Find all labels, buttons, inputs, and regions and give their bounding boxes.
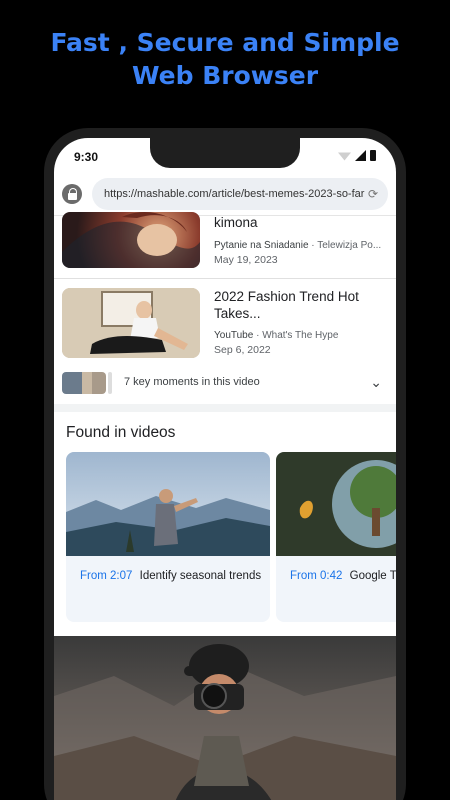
browser-toolbar: https://mashable.com/article/best-memes-… <box>54 174 396 216</box>
video-channel: What's The Hype <box>262 330 339 341</box>
camera-notch <box>150 138 300 168</box>
thumbnail-art <box>62 288 200 358</box>
address-bar-url: https://mashable.com/article/best-memes-… <box>104 188 365 200</box>
reload-icon[interactable]: ⟳ <box>368 178 378 210</box>
video-date: May 19, 2023 <box>214 254 278 266</box>
photographer-illustration <box>54 644 396 800</box>
thumbnail-art <box>62 212 200 268</box>
video-card-thumbnail <box>276 452 396 556</box>
video-thumbnail[interactable] <box>62 288 200 358</box>
address-bar[interactable]: https://mashable.com/article/best-memes-… <box>92 178 388 210</box>
video-meta: Pytanie na Śniadanie · Telewizja Po... <box>214 240 382 251</box>
key-moments-label: 7 key moments in this video <box>124 376 260 388</box>
video-result[interactable]: kimona Pytanie na Śniadanie · Telewizja … <box>54 212 396 274</box>
video-date: Sep 6, 2022 <box>214 344 271 356</box>
video-card[interactable]: From 0:42 Google T <box>276 452 396 622</box>
video-meta: YouTube · What's The Hype <box>214 330 339 341</box>
video-channel: Telewizja Po... <box>317 240 382 251</box>
promo-headline: Fast , Secure and Simple Web Browser <box>0 26 450 92</box>
video-thumbnail[interactable] <box>62 212 200 268</box>
key-moment-thumbnail-edge <box>108 372 112 394</box>
video-title[interactable]: kimona <box>214 214 384 231</box>
video-card-caption: From 2:07 Identify seasonal trends <box>80 568 262 584</box>
video-card-caption: From 0:42 Google T <box>290 568 396 584</box>
key-moment-thumbnail <box>62 372 106 394</box>
phone-screen: 9:30 https://mashable.com/article/best-m… <box>54 138 396 800</box>
video-card-thumbnail <box>66 452 270 556</box>
video-source: YouTube <box>214 330 254 341</box>
video-card-text: Google T <box>349 570 396 582</box>
video-card-timestamp[interactable]: From 2:07 <box>80 570 132 582</box>
video-title[interactable]: 2022 Fashion Trend Hot Takes... <box>214 288 384 322</box>
status-icons <box>338 150 376 161</box>
signal-icon <box>355 150 366 161</box>
lock-icon[interactable] <box>62 184 82 204</box>
video-result[interactable]: 2022 Fashion Trend Hot Takes... YouTube … <box>54 288 396 368</box>
photographer-image <box>54 636 396 800</box>
video-card-timestamp[interactable]: From 0:42 <box>290 570 342 582</box>
promo-headline-line1: Fast , Secure and Simple <box>50 28 400 57</box>
video-card[interactable]: From 2:07 Identify seasonal trends <box>66 452 270 622</box>
promo-headline-line2: Web Browser <box>131 61 319 90</box>
phone-frame: 9:30 https://mashable.com/article/best-m… <box>44 128 406 800</box>
wifi-icon <box>338 152 351 161</box>
video-card-text: Identify seasonal trends <box>139 570 262 582</box>
divider <box>54 278 396 279</box>
section-separator <box>54 404 396 412</box>
status-time: 9:30 <box>74 150 99 164</box>
key-moments-row[interactable]: 7 key moments in this video ⌄ <box>62 370 388 396</box>
section-title: Found in videos <box>66 424 176 441</box>
chevron-down-icon[interactable]: ⌄ <box>370 374 382 391</box>
battery-icon <box>370 150 376 161</box>
video-source: Pytanie na Śniadanie <box>214 240 309 251</box>
